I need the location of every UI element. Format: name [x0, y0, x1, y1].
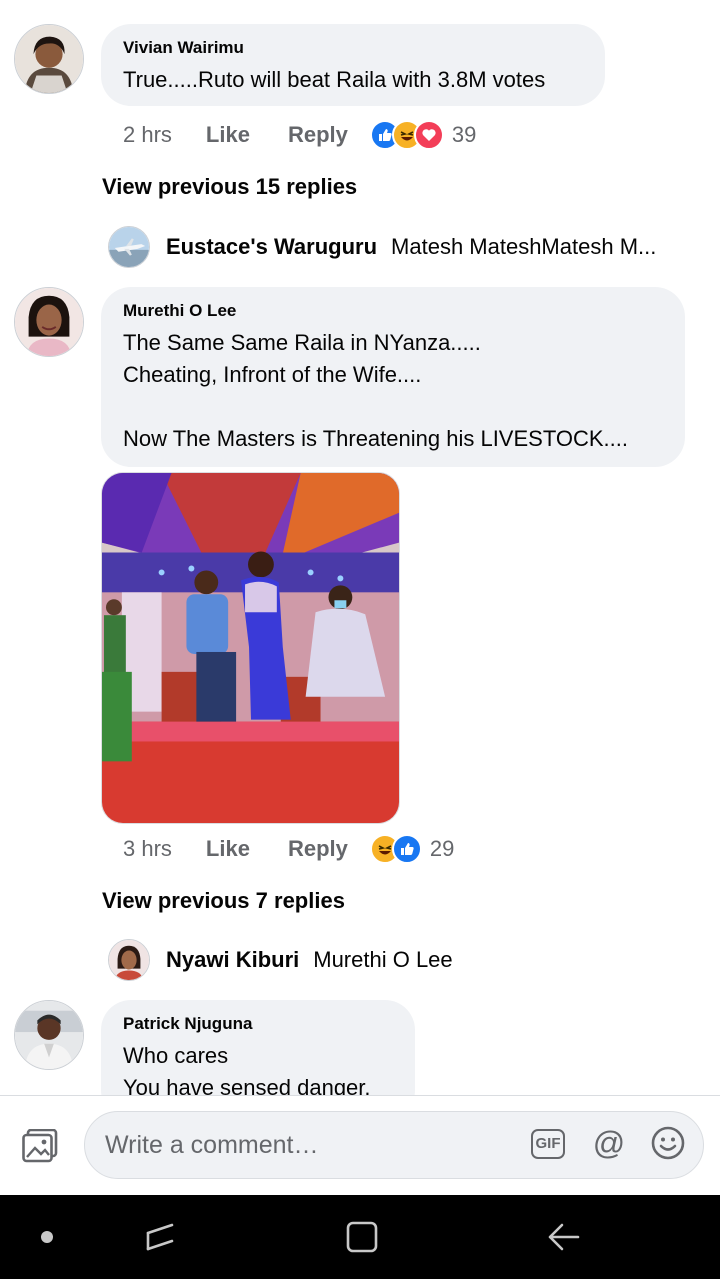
reaction-count[interactable]: 39: [452, 122, 476, 148]
like-reaction-icon: [391, 834, 422, 864]
comment-actions: 3 hrs Like Reply 29: [123, 834, 454, 864]
reply-author[interactable]: Eustace's Waruguru: [166, 234, 377, 260]
reaction-count[interactable]: 29: [430, 836, 454, 862]
gif-button[interactable]: GIF: [531, 1129, 565, 1159]
love-reaction-icon: [413, 120, 444, 150]
reaction-summary[interactable]: 39: [369, 120, 476, 150]
like-button[interactable]: Like: [206, 122, 250, 148]
home-icon[interactable]: [342, 1217, 382, 1257]
view-previous-replies[interactable]: View previous 15 replies: [102, 174, 357, 200]
comment-author[interactable]: Patrick Njuguna: [123, 1014, 393, 1034]
comment-input-placeholder: Write a comment…: [105, 1131, 319, 1159]
comment-composer: Write a comment… GIF @: [0, 1095, 720, 1195]
recent-apps-icon[interactable]: [140, 1217, 180, 1257]
comment-feed[interactable]: Vivian Wairimu True.....Ruto will beat R…: [0, 0, 720, 1095]
comment-author[interactable]: Murethi O Lee: [123, 301, 663, 321]
latest-reply[interactable]: Eustace's Waruguru Matesh MateshMatesh M…: [108, 226, 656, 268]
add-photo-icon[interactable]: [22, 1128, 58, 1163]
back-icon[interactable]: [544, 1217, 584, 1257]
comment-input[interactable]: Write a comment… GIF @: [84, 1111, 704, 1179]
like-button[interactable]: Like: [206, 836, 250, 862]
latest-reply[interactable]: Nyawi Kiburi Murethi O Lee: [108, 939, 453, 981]
reaction-summary[interactable]: 29: [369, 834, 454, 864]
comment-text: The Same Same Raila in NYanza..... Cheat…: [123, 330, 628, 451]
comment-author[interactable]: Vivian Wairimu: [123, 38, 583, 58]
avatar-murethi-o-lee[interactable]: [14, 287, 84, 357]
reply-text: Matesh MateshMatesh M...: [391, 234, 657, 259]
reply-button[interactable]: Reply: [288, 122, 348, 148]
emoji-icon[interactable]: [651, 1126, 685, 1160]
reply-button[interactable]: Reply: [288, 836, 348, 862]
avatar-eustaces-waruguru[interactable]: [108, 226, 150, 268]
comment-bubble[interactable]: Patrick Njuguna Who cares You have sense…: [101, 1000, 415, 1095]
comment-text: Who cares You have sensed danger.: [123, 1043, 371, 1095]
comment-actions: 2 hrs Like Reply 39: [123, 120, 476, 150]
comment-text: True.....Ruto will beat Raila with 3.8M …: [123, 67, 546, 92]
reply-author[interactable]: Nyawi Kiburi: [166, 947, 299, 973]
avatar-nyawi-kiburi[interactable]: [108, 939, 150, 981]
mention-button[interactable]: @: [591, 1125, 627, 1161]
comment-photo[interactable]: [101, 472, 400, 824]
avatar-vivian-wairimu[interactable]: [14, 24, 84, 94]
avatar-patrick-njuguna[interactable]: [14, 1000, 84, 1070]
system-navigation-bar: [0, 1195, 720, 1279]
comment-time: 2 hrs: [123, 122, 172, 147]
assistant-dot-icon[interactable]: [41, 1231, 53, 1243]
comment-bubble[interactable]: Vivian Wairimu True.....Ruto will beat R…: [101, 24, 605, 106]
view-previous-replies[interactable]: View previous 7 replies: [102, 888, 345, 914]
comment-bubble[interactable]: Murethi O Lee The Same Same Raila in NYa…: [101, 287, 685, 467]
reply-text: Murethi O Lee: [313, 947, 453, 972]
comment-time: 3 hrs: [123, 836, 172, 861]
